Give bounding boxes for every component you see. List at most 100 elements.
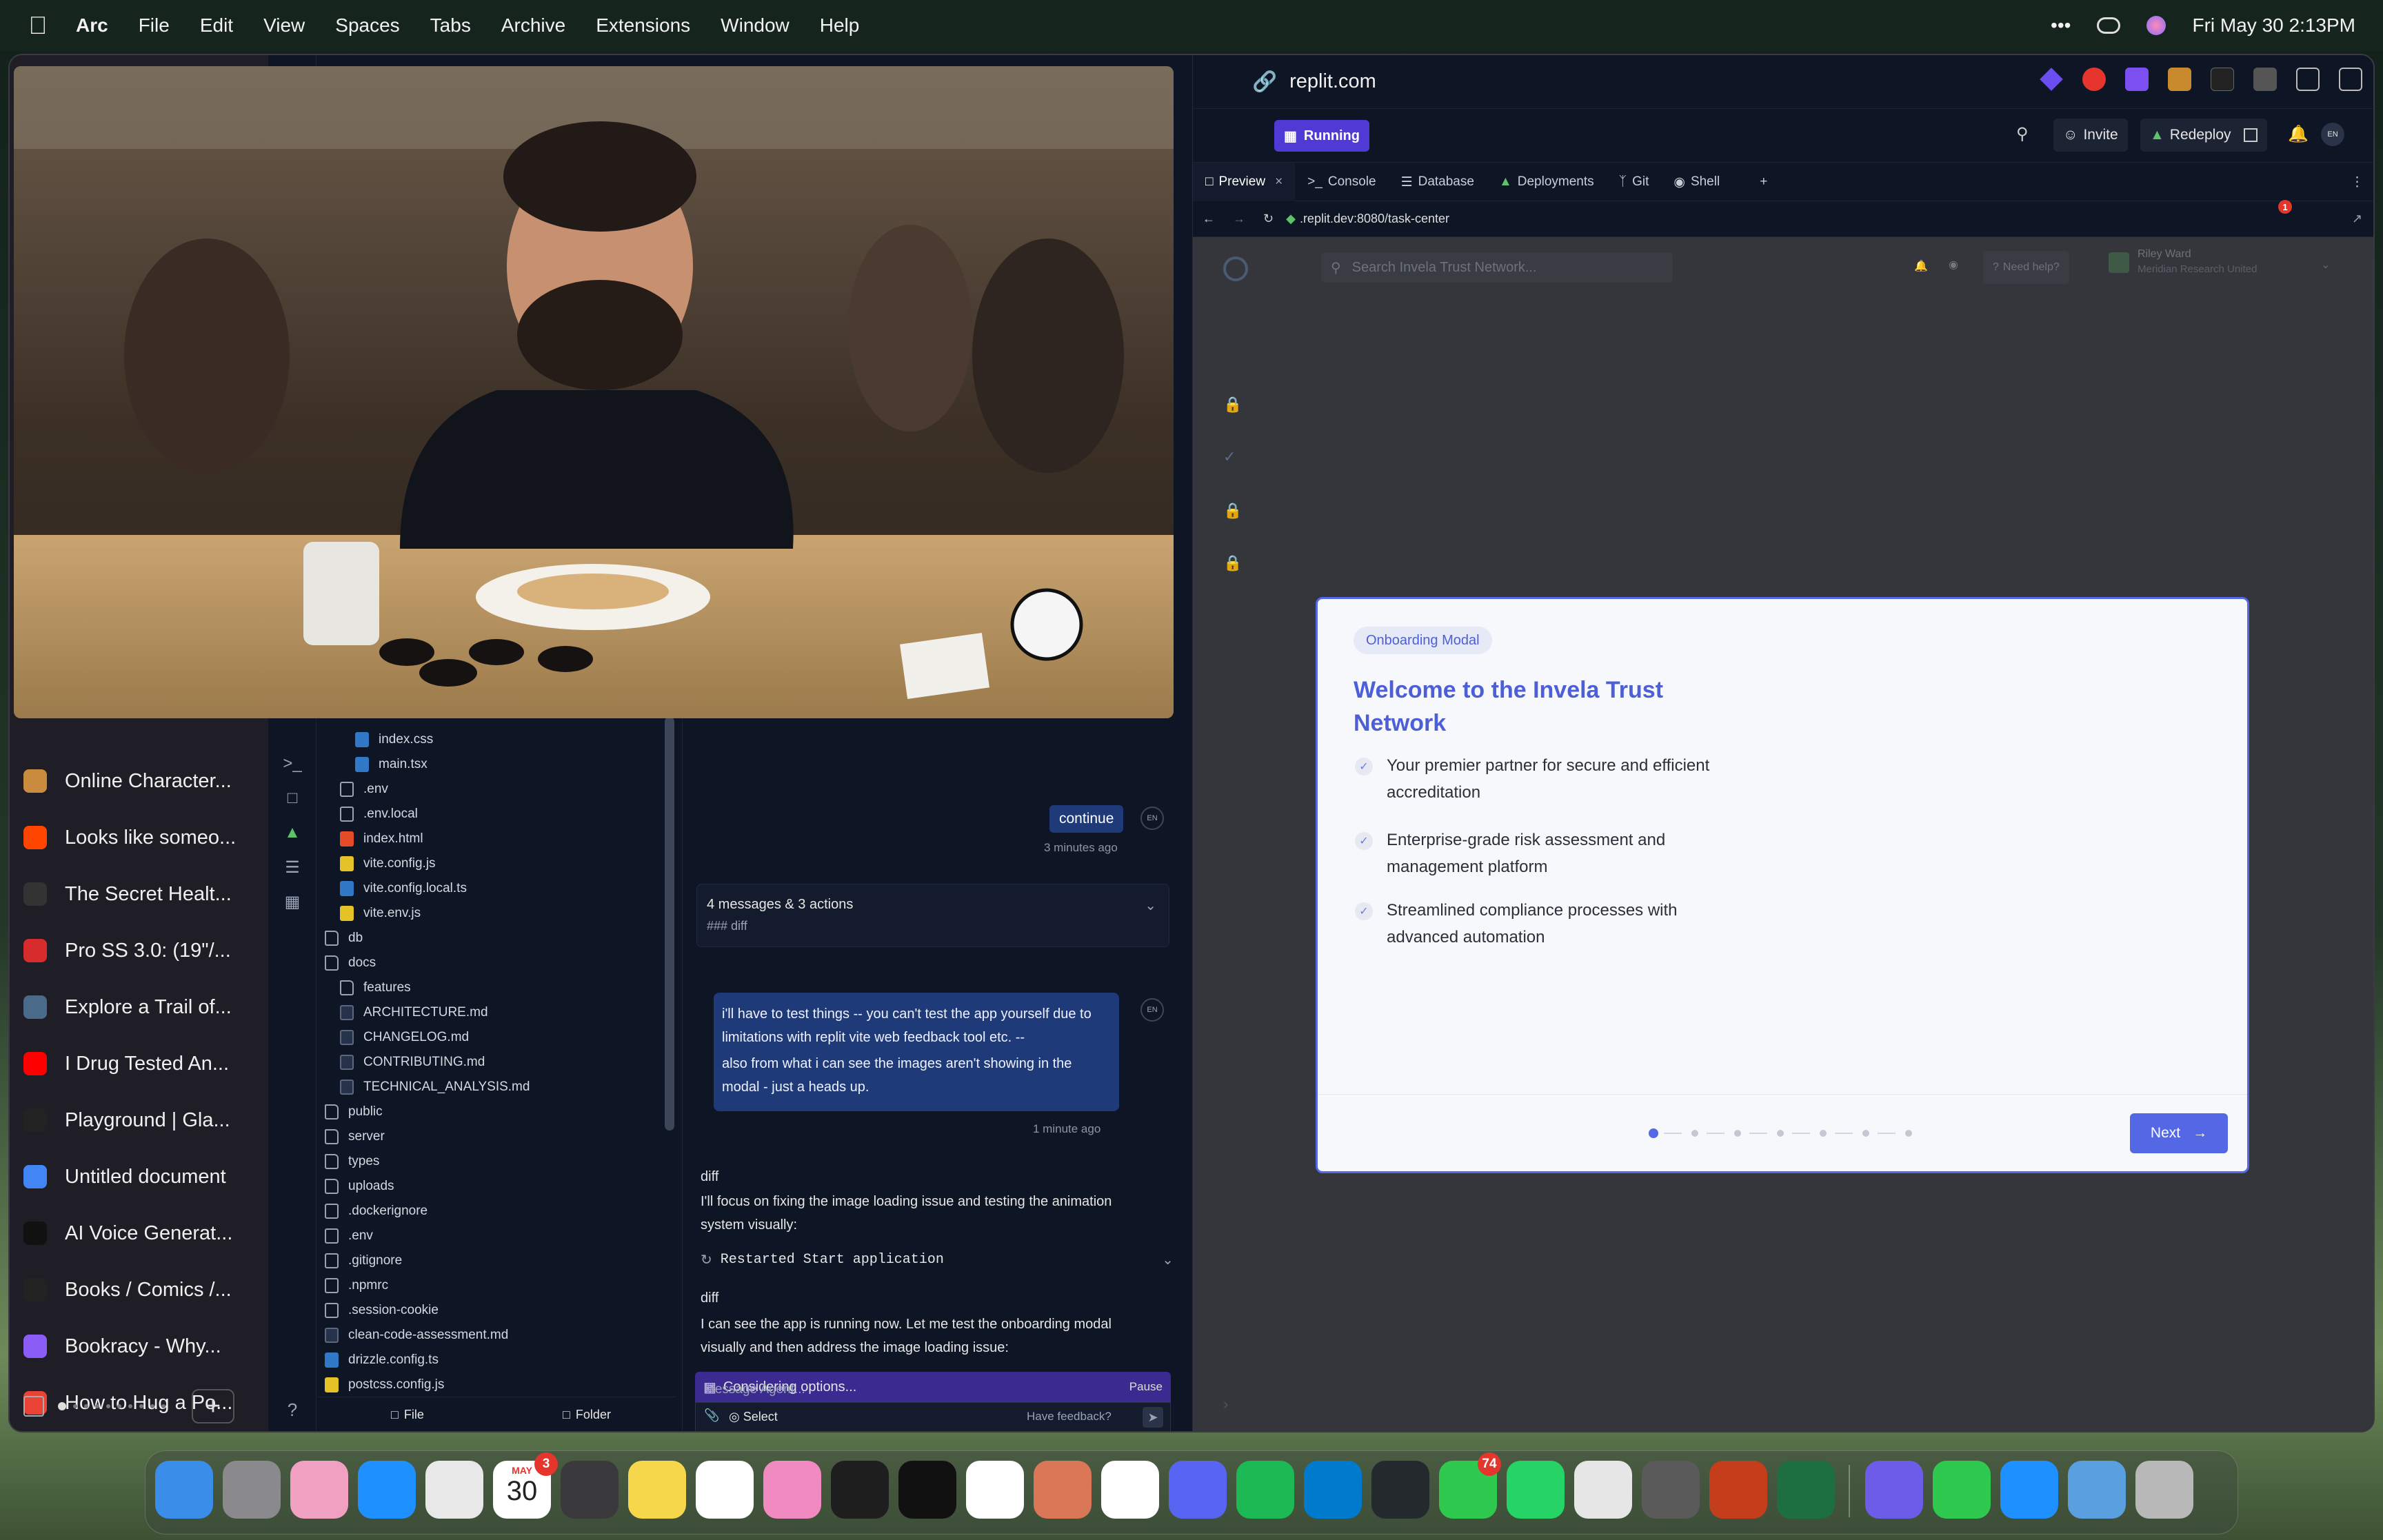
- sidebar-tab[interactable]: Looks like someo...: [23, 816, 258, 859]
- file-item[interactable]: postcss.config.js: [325, 1373, 444, 1397]
- extension-icon[interactable]: [2040, 68, 2063, 91]
- transloader-icon[interactable]: [1642, 1461, 1700, 1519]
- bell-icon[interactable]: 🔔: [1914, 259, 1928, 273]
- sidebar-tab[interactable]: I Drug Tested An...: [23, 1042, 258, 1085]
- step-dot[interactable]: [1734, 1130, 1741, 1137]
- file-item[interactable]: index.html: [340, 827, 423, 851]
- app-search-input[interactable]: Search Invela Trust Network...: [1352, 260, 1537, 276]
- chevron-down-icon[interactable]: ⌄: [1162, 1251, 1174, 1268]
- notchmeister-icon[interactable]: [1574, 1461, 1632, 1519]
- attach-icon[interactable]: 📎: [704, 1408, 719, 1423]
- help-icon[interactable]: ?: [281, 1399, 304, 1423]
- open-external-icon[interactable]: ↗: [2352, 212, 2362, 226]
- feedback-link[interactable]: Have feedback?: [1027, 1410, 1112, 1424]
- file-item[interactable]: clean-code-assessment.md: [325, 1324, 508, 1347]
- spotify-icon[interactable]: [1236, 1461, 1294, 1519]
- file-item[interactable]: vite.env.js: [340, 902, 421, 925]
- deploy-icon[interactable]: ▲: [281, 823, 304, 847]
- pixelmator-icon[interactable]: [763, 1461, 821, 1519]
- new-file-button[interactable]: □ File: [318, 1397, 497, 1431]
- folder-item[interactable]: docs: [325, 951, 376, 975]
- monitor-icon[interactable]: □: [281, 789, 304, 812]
- folder-item[interactable]: server: [325, 1125, 385, 1148]
- lock-icon[interactable]: 🔒: [1223, 554, 1242, 572]
- folder-item[interactable]: features: [340, 976, 411, 1000]
- apple-icon[interactable]: : [0, 11, 76, 40]
- select-button[interactable]: ◎ Select: [729, 1410, 778, 1424]
- folder-item[interactable]: uploads: [325, 1175, 394, 1198]
- vs-code-icon[interactable]: [1304, 1461, 1362, 1519]
- app-search-bar[interactable]: ⚲ Search Invela Trust Network...: [1321, 252, 1673, 283]
- tab-shell[interactable]: ◉ Shell: [1661, 163, 1747, 201]
- extension-icon[interactable]: [2125, 68, 2149, 91]
- menu-help[interactable]: Help: [820, 14, 860, 37]
- file-item[interactable]: CHANGELOG.md: [340, 1026, 469, 1049]
- file-item[interactable]: .gitignore: [325, 1249, 402, 1273]
- chatgpt-icon[interactable]: [966, 1461, 1024, 1519]
- space-dots[interactable]: [58, 1402, 165, 1410]
- launchpad-icon[interactable]: [425, 1461, 483, 1519]
- tab-console[interactable]: >_ Console: [1295, 163, 1388, 201]
- file-item[interactable]: ARCHITECTURE.md: [340, 1001, 488, 1024]
- sidebar-tab[interactable]: Online Character...: [23, 760, 258, 802]
- file-item[interactable]: .env: [325, 1224, 373, 1248]
- menu-window[interactable]: Window: [721, 14, 790, 37]
- add-tab-button[interactable]: +: [1747, 163, 1780, 201]
- perplexity-icon[interactable]: [1865, 1461, 1923, 1519]
- menu-archive[interactable]: Archive: [501, 14, 565, 37]
- step-dot[interactable]: [1777, 1130, 1784, 1137]
- facetime-icon[interactable]: [1933, 1461, 1991, 1519]
- send-icon[interactable]: ➤: [1143, 1407, 1163, 1428]
- file-item[interactable]: .env: [340, 778, 388, 801]
- lock-icon[interactable]: 🔒: [1223, 502, 1242, 520]
- redeploy-button[interactable]: ▲ Redeploy: [2140, 119, 2267, 152]
- app-store-icon[interactable]: [358, 1461, 416, 1519]
- step-dot[interactable]: [1691, 1130, 1698, 1137]
- agent-message-input[interactable]: Message Agent...: [704, 1382, 805, 1397]
- step-dot[interactable]: [1820, 1130, 1827, 1137]
- back-icon[interactable]: ←: [1203, 212, 1215, 226]
- tab-database[interactable]: ☰ Database: [1389, 163, 1487, 201]
- tab-deployments[interactable]: ▲ Deployments: [1487, 163, 1607, 201]
- archive-icon[interactable]: [23, 1396, 44, 1417]
- file-item[interactable]: vite.config.local.ts: [340, 877, 467, 900]
- notes-icon[interactable]: [628, 1461, 686, 1519]
- folder-item[interactable]: public: [325, 1100, 383, 1124]
- sidebar-tab[interactable]: Bookracy - Why...: [23, 1325, 258, 1368]
- extension-icon[interactable]: [2082, 68, 2106, 91]
- next-button[interactable]: Next →: [2130, 1113, 2228, 1153]
- file-item[interactable]: index.css: [355, 728, 433, 751]
- terminal-icon[interactable]: >_: [281, 754, 304, 778]
- trash-icon[interactable]: [2135, 1461, 2193, 1519]
- extension-icon[interactable]: [2211, 68, 2234, 91]
- more-icon[interactable]: ⋮: [2338, 163, 2373, 201]
- menu-app-name[interactable]: Arc: [76, 14, 108, 37]
- copy-icon[interactable]: [2243, 128, 2258, 142]
- menu-view[interactable]: View: [263, 14, 305, 37]
- safari-icon[interactable]: [2000, 1461, 2058, 1519]
- network-icon[interactable]: [2068, 1461, 2126, 1519]
- menu-extensions[interactable]: Extensions: [596, 14, 690, 37]
- step-dot[interactable]: [1862, 1130, 1869, 1137]
- database-icon[interactable]: ☰: [281, 858, 304, 881]
- folder-icon[interactable]: [290, 1461, 348, 1519]
- user-name[interactable]: Riley Ward: [2138, 248, 2191, 261]
- sidebar-tab[interactable]: Explore a Trail of...: [23, 986, 258, 1029]
- chevron-down-icon[interactable]: ⌄: [2321, 258, 2330, 272]
- tab-preview[interactable]: □ Preview ×: [1193, 163, 1296, 201]
- slack-icon[interactable]: [1101, 1461, 1159, 1519]
- extensions-menu-icon[interactable]: [2296, 68, 2320, 91]
- new-folder-button[interactable]: □ Folder: [497, 1397, 676, 1431]
- discord-icon[interactable]: [1169, 1461, 1227, 1519]
- file-item[interactable]: vite.config.js: [340, 852, 436, 875]
- need-help-button[interactable]: ? Need help?: [1983, 251, 2069, 284]
- sidebar-tab[interactable]: AI Voice Generat...: [23, 1212, 258, 1255]
- extension-icon[interactable]: [2168, 68, 2191, 91]
- extension-icon[interactable]: [2253, 68, 2277, 91]
- sidebar-tab[interactable]: The Secret Healt...: [23, 873, 258, 915]
- whatsapp-icon[interactable]: [1507, 1461, 1565, 1519]
- invite-button[interactable]: ☺ Invite: [2053, 119, 2128, 152]
- claude-icon[interactable]: [1034, 1461, 1092, 1519]
- menu-spaces[interactable]: Spaces: [335, 14, 399, 37]
- sidebar-tab[interactable]: Untitled document: [23, 1155, 258, 1198]
